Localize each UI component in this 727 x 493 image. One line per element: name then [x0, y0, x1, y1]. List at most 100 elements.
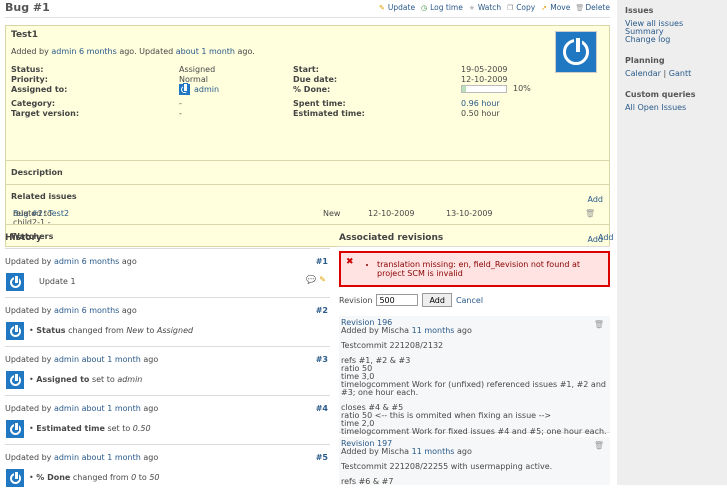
add-revision-link[interactable]: Add — [598, 233, 614, 242]
journal-note: Update 1 — [39, 277, 76, 286]
update-button[interactable]: ✎ Update — [378, 3, 415, 12]
star-icon: ★ — [468, 3, 475, 12]
journal-number-link[interactable]: #1 — [316, 257, 328, 266]
changeset-ago-link[interactable]: 11 months — [412, 326, 455, 335]
pencil-icon: ✎ — [378, 3, 385, 12]
journal-author-link[interactable]: admin — [54, 306, 79, 315]
journal-entry: Updated by admin 6 months ago #2 • Statu… — [5, 297, 330, 346]
clock-icon: ◷ — [421, 3, 428, 12]
watch-button[interactable]: ★ Watch — [468, 3, 502, 12]
add-relation-link[interactable]: Add — [588, 195, 604, 204]
divider — [339, 246, 610, 247]
move-button[interactable]: ➚ Move — [540, 3, 570, 12]
revision-form: Revision Add Cancel — [339, 293, 483, 307]
journal-detail: • Status changed from New to Assigned — [29, 326, 194, 335]
changeset-ago-link[interactable]: 11 months — [412, 447, 455, 456]
author-link[interactable]: admin — [51, 47, 76, 56]
issue-actions: ✎ Update ◷ Log time ★ Watch ❐ Copy ➚ Move 🗑 De… — [378, 3, 610, 12]
sidebar-change-log[interactable]: Change log — [625, 36, 719, 44]
author-avatar — [555, 31, 597, 73]
journal-ago-link[interactable]: 6 months — [82, 257, 120, 266]
due-date-value: 12-10-2009 — [461, 75, 508, 84]
journal-avatar — [6, 371, 24, 389]
journal-entry: Updated by admin about 1 month ago #3 • … — [5, 346, 330, 395]
done-progress-fill — [462, 85, 467, 92]
issue-subject: Test1 — [11, 30, 38, 40]
divider — [6, 160, 609, 161]
journal-author-link[interactable]: admin — [54, 453, 79, 462]
journal-detail: • % Done changed from 0 to 50 — [29, 473, 160, 482]
error-message-box: ✖ translation missing: en, field_Revisio… — [339, 251, 610, 287]
sidebar: Issues View all issues Summary Change lo… — [617, 0, 727, 485]
quote-icon[interactable]: 💬 — [306, 275, 316, 284]
delete-relation-icon[interactable]: 🗑 — [585, 209, 595, 218]
issue-title-row: Bug #1 ✎ Update ◷ Log time ★ Watch ❐ Copy ➚ M… — [5, 0, 610, 18]
trash-icon[interactable]: 🗑 — [594, 442, 604, 450]
power-icon — [9, 470, 21, 484]
sidebar-gantt[interactable]: Gantt — [669, 69, 691, 78]
power-icon — [9, 274, 21, 288]
copy-button[interactable]: ❐ Copy — [506, 3, 535, 12]
journal-entry: Updated by admin about 1 month ago #4 • … — [5, 395, 330, 444]
history-heading: History — [5, 233, 42, 243]
sidebar-issues-heading: Issues — [625, 6, 654, 15]
revisions-heading: Associated revisions — [339, 233, 444, 243]
cancel-link[interactable]: Cancel — [456, 296, 483, 305]
spent-time-link[interactable]: 0.96 hour — [461, 99, 500, 108]
page-title: Bug #1 — [5, 1, 50, 14]
journal-ago-link[interactable]: about 1 month — [82, 453, 141, 462]
delete-button[interactable]: 🗑 Delete — [575, 3, 610, 12]
issue-attributes: Status: Assigned Start: 19-05-2009 Prior… — [11, 65, 556, 119]
power-icon — [563, 36, 589, 65]
journal-detail: • Estimated time set to 0.50 — [29, 424, 151, 433]
assignee-link[interactable]: admin — [194, 85, 219, 94]
journal-number-link[interactable]: #3 — [316, 355, 328, 364]
power-icon — [9, 372, 21, 386]
status-value: Assigned — [179, 65, 216, 74]
relation-start: 12-10-2009 — [368, 209, 415, 218]
issue-author-line: Added by admin 6 months ago. Updated abo… — [11, 47, 255, 56]
done-progress-bar — [461, 84, 507, 93]
pencil-icon[interactable]: ✎ — [319, 275, 326, 284]
sidebar-query-open-issues[interactable]: All Open Issues — [625, 104, 719, 112]
sidebar-calendar[interactable]: Calendar — [625, 69, 661, 78]
journal-ago-link[interactable]: 6 months — [82, 306, 120, 315]
created-ago-link[interactable]: 6 months — [79, 47, 117, 56]
error-text: translation missing: en, field_Revision … — [377, 260, 603, 278]
journal-avatar — [6, 322, 24, 340]
journal-author-link[interactable]: admin — [54, 355, 79, 364]
power-icon — [181, 83, 188, 93]
attr-row-category: Category: - Spent time: 0.96 hour — [11, 99, 500, 108]
trash-icon[interactable]: 🗑 — [594, 321, 604, 329]
attr-row-status: Status: Assigned Start: 19-05-2009 — [11, 65, 508, 74]
done-percent: 10% — [513, 84, 531, 93]
journal-entry: Updated by admin about 1 month ago #5 • … — [5, 444, 330, 493]
attr-row-version: Target version: - Estimated time: 0.50 h… — [11, 109, 500, 118]
journal-ago-link[interactable]: about 1 month — [82, 404, 141, 413]
description-heading: Description — [11, 168, 63, 177]
revision-input[interactable] — [376, 294, 419, 306]
journal-entry: Updated by admin 6 months ago #1 Update … — [5, 248, 330, 297]
journal-author-link[interactable]: admin — [54, 404, 79, 413]
assignee-avatar — [179, 83, 190, 95]
start-date-value: 19-05-2009 — [461, 65, 508, 74]
issue-details-box: Test1 Added by admin 6 months ago. Updat… — [5, 25, 610, 247]
changeset-entry: Revision 197 Added by Mischa 11 months a… — [339, 437, 610, 486]
power-icon — [9, 323, 21, 337]
relation-status: New — [323, 209, 341, 218]
journal-ago-link[interactable]: about 1 month — [82, 355, 141, 364]
journal-author-link[interactable]: admin — [54, 257, 79, 266]
divider — [6, 224, 609, 225]
error-icon: ✖ — [346, 257, 354, 267]
journal-number-link[interactable]: #5 — [316, 453, 328, 462]
journal-number-link[interactable]: #4 — [316, 404, 328, 413]
power-icon — [9, 421, 21, 435]
log-time-button[interactable]: ◷ Log time — [420, 3, 463, 12]
estimated-time-value: 0.50 hour — [461, 109, 500, 118]
history-list: Updated by admin 6 months ago #1 Update … — [5, 248, 330, 493]
add-revision-button[interactable]: Add — [422, 293, 452, 307]
trash-icon: 🗑 — [575, 3, 585, 12]
journal-avatar — [6, 420, 24, 438]
journal-number-link[interactable]: #2 — [316, 306, 328, 315]
updated-ago-link[interactable]: about 1 month — [176, 47, 235, 56]
